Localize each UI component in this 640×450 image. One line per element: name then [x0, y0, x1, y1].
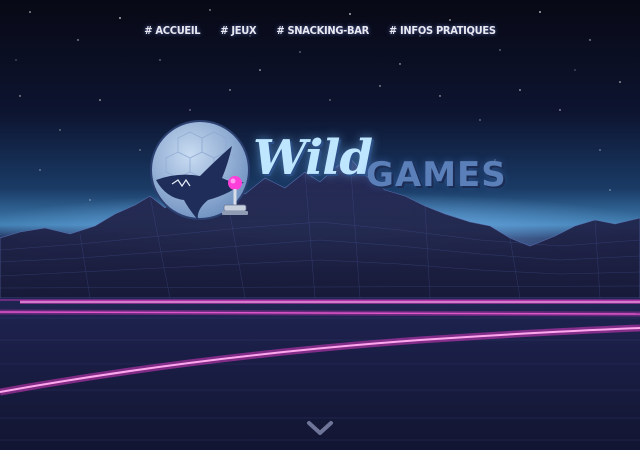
site-logo[interactable]: Wild GAMES	[148, 112, 506, 224]
hero-section: # ACCUEIL # JEUX # SNACKING-BAR # INFOS …	[0, 0, 640, 450]
logo-word-wild: Wild	[253, 130, 373, 186]
nav-link-jeux[interactable]: # JEUX	[220, 24, 256, 37]
nav-link-accueil[interactable]: # ACCUEIL	[144, 24, 200, 37]
synthwave-background	[0, 9, 640, 450]
logo-word-games: GAMES	[366, 155, 507, 195]
nav-link-infos-pratiques[interactable]: # INFOS PRATIQUES	[389, 24, 496, 37]
nav-link-snacking-bar[interactable]: # SNACKING-BAR	[276, 24, 369, 37]
chevron-down-icon[interactable]	[306, 420, 334, 438]
joystick-icon	[222, 176, 248, 215]
main-nav: # ACCUEIL # JEUX # SNACKING-BAR # INFOS …	[0, 24, 640, 37]
